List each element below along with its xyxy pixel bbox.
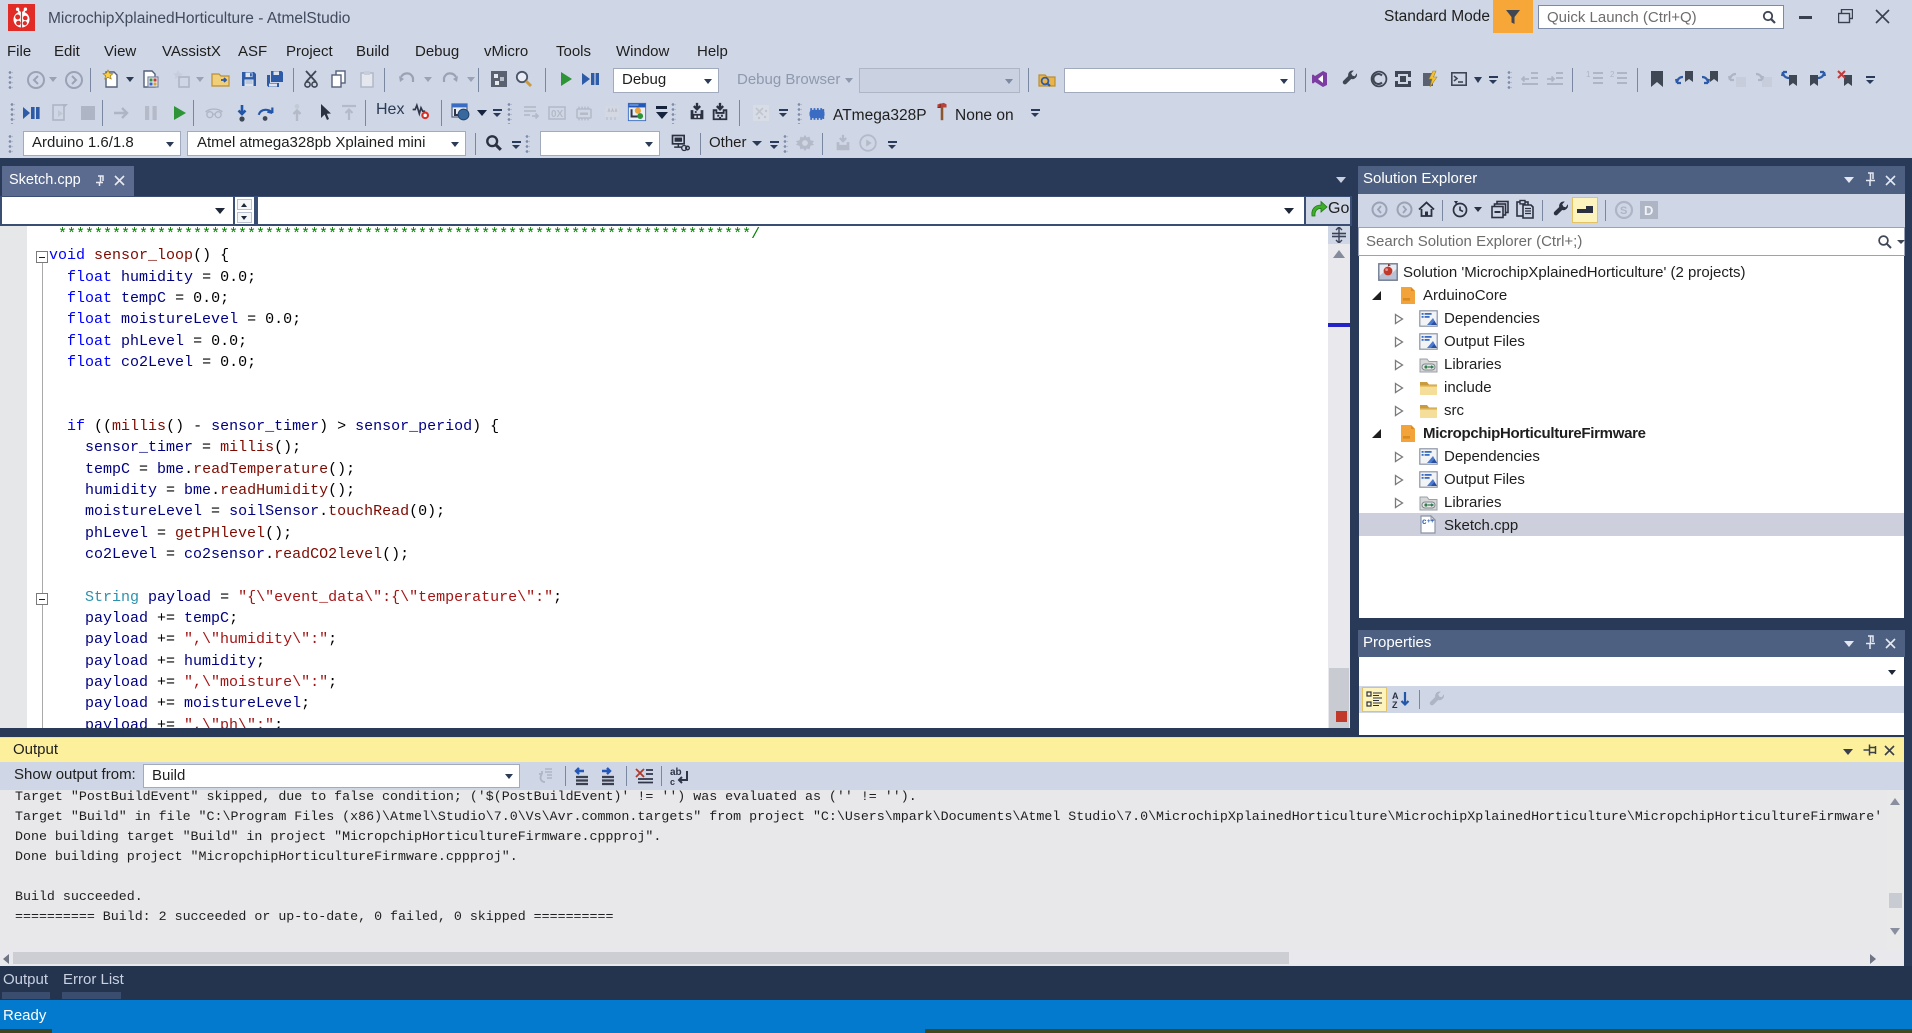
svg-text:++: ++ <box>1427 519 1435 525</box>
svg-text:c: c <box>670 777 675 786</box>
svg-text:Z: Z <box>1392 700 1398 710</box>
svg-text:0X: 0X <box>551 109 564 120</box>
svg-text:1: 1 <box>1586 70 1591 79</box>
svg-text:2: 2 <box>1610 70 1615 79</box>
svg-text:D: D <box>1644 203 1653 218</box>
svg-text:S: S <box>1620 205 1627 217</box>
